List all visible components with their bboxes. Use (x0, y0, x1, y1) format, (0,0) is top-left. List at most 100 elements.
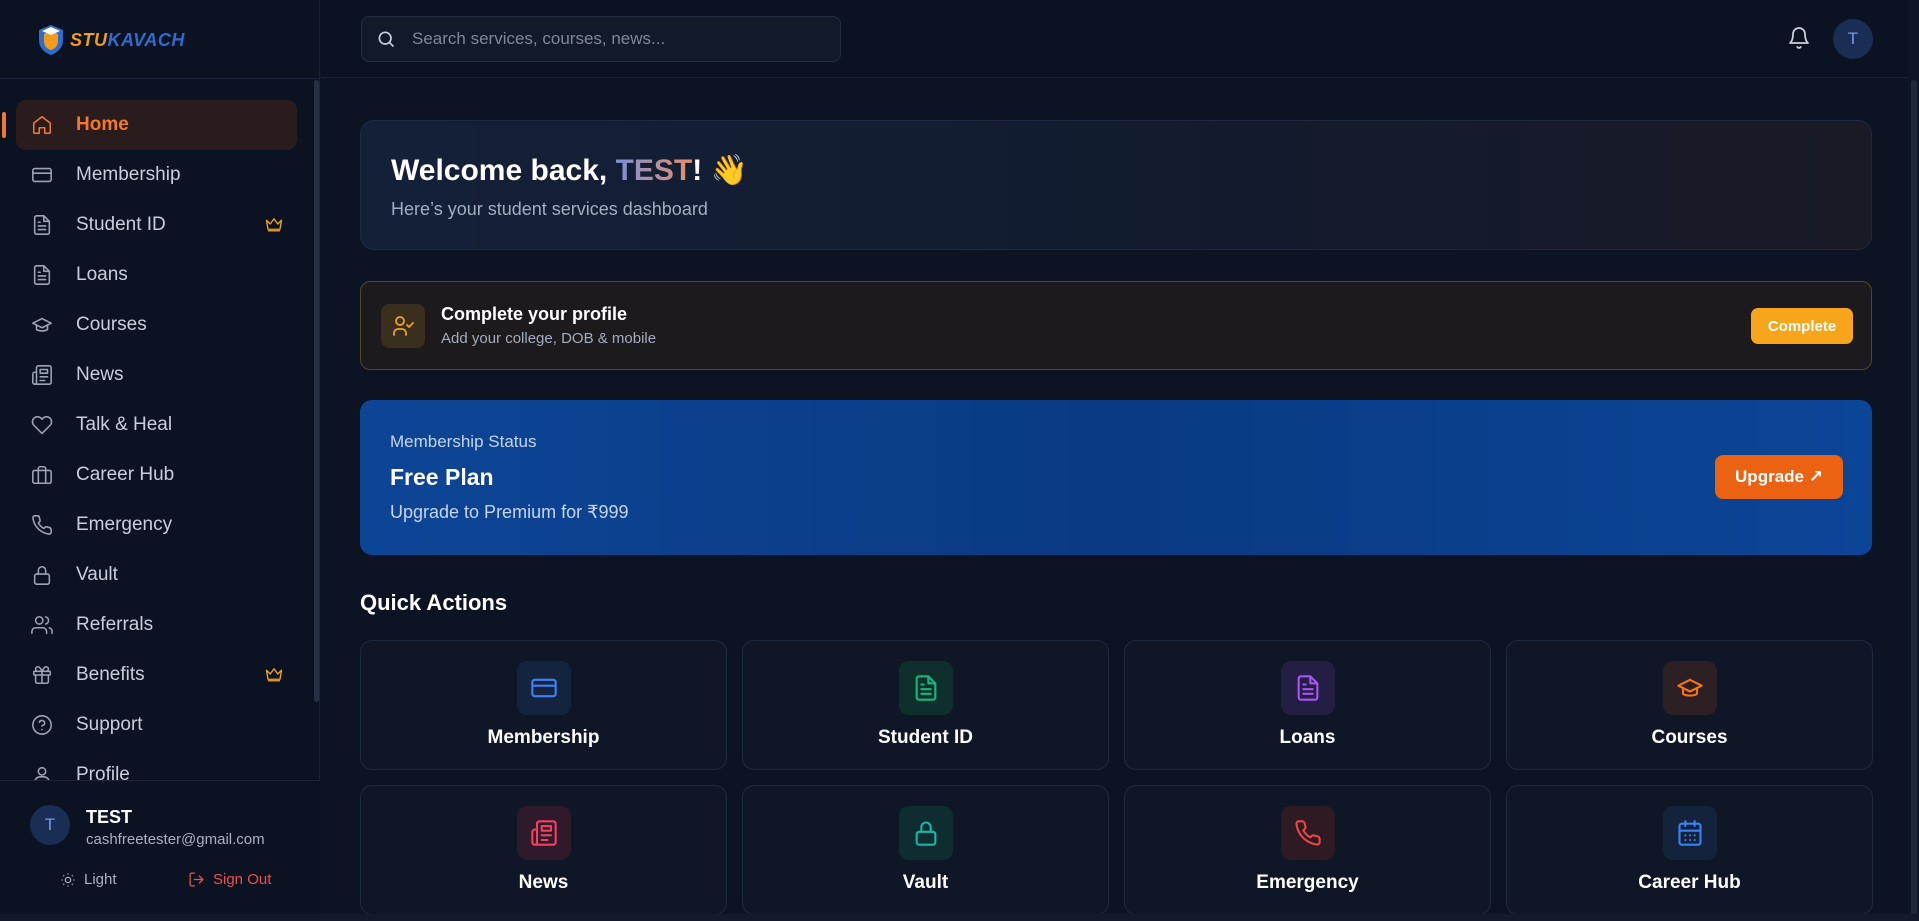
sidebar-item-loans[interactable]: Loans (16, 250, 297, 300)
sidebar-item-label: Referrals (76, 614, 154, 635)
quick-action-courses[interactable]: Courses (1506, 640, 1873, 770)
sidebar-item-label: Loans (76, 264, 128, 285)
quick-action-label: Loans (1279, 727, 1336, 748)
divider (0, 78, 320, 79)
quick-action-news[interactable]: News (360, 785, 727, 915)
header-avatar[interactable]: T (1833, 19, 1873, 59)
graduation-cap-icon (1663, 661, 1717, 715)
sidebar-item-emergency[interactable]: Emergency (16, 500, 297, 550)
sidebar-item-career-hub[interactable]: Career Hub (16, 450, 297, 500)
sidebar-item-label: Benefits (76, 664, 145, 685)
avatar[interactable]: T (30, 805, 70, 845)
sidebar-item-label: Career Hub (76, 464, 175, 485)
lock-icon (899, 806, 953, 860)
quick-action-loans[interactable]: Loans (1124, 640, 1491, 770)
logo[interactable]: STUKAVACH (36, 20, 185, 60)
sidebar-nav: Home Membership Student ID Loans Courses News… (2, 100, 297, 800)
sidebar-scrollbar[interactable] (314, 80, 319, 702)
sidebar-item-label: Home (76, 114, 129, 135)
complete-profile-card: Complete your profile Add your college, … (360, 281, 1872, 370)
profile-card-subtitle: Add your college, DOB & mobile (441, 330, 657, 347)
graduation-cap-icon (30, 313, 54, 337)
brand-name: STUKAVACH (70, 29, 185, 50)
search-icon (378, 31, 395, 48)
document-icon (30, 213, 54, 237)
quick-action-label: Courses (1651, 727, 1728, 748)
sidebar-item-student-id[interactable]: Student ID (16, 200, 297, 250)
document-icon (1281, 661, 1335, 715)
card-icon (30, 163, 54, 187)
membership-status-label: Membership Status (390, 432, 537, 451)
theme-toggle-button[interactable]: Light (60, 871, 117, 888)
quick-action-label: News (518, 872, 569, 893)
phone-icon (1281, 806, 1335, 860)
quick-action-student-id[interactable]: Student ID (742, 640, 1109, 770)
card-icon (517, 661, 571, 715)
welcome-user-name: TEST (615, 154, 693, 187)
sidebar-item-label: Support (76, 714, 143, 735)
membership-status-card: Membership Status Free Plan Upgrade to P… (360, 400, 1872, 555)
home-icon (30, 113, 54, 137)
membership-upgrade-text: Upgrade to Premium for ₹999 (390, 502, 629, 522)
calendar-icon (1663, 806, 1717, 860)
profile-card-title: Complete your profile (441, 304, 628, 324)
sidebar-item-label: News (76, 364, 124, 385)
shield-logo-icon (39, 25, 63, 55)
upgrade-button[interactable]: Upgrade ↗ (1715, 455, 1843, 499)
notification-bell-button[interactable] (1787, 26, 1813, 52)
user-name: TEST (86, 807, 133, 827)
sidebar-item-referrals[interactable]: Referrals (16, 600, 297, 650)
gift-icon (30, 663, 54, 687)
sign-out-label: Sign Out (213, 871, 272, 888)
search-box[interactable] (361, 16, 841, 62)
membership-plan: Free Plan (390, 464, 494, 490)
lock-icon (30, 563, 54, 587)
newspaper-icon (30, 363, 54, 387)
heart-icon (30, 413, 54, 437)
quick-action-vault[interactable]: Vault (742, 785, 1109, 915)
quick-action-membership[interactable]: Membership (360, 640, 727, 770)
sidebar-item-membership[interactable]: Membership (16, 150, 297, 200)
users-icon (30, 613, 54, 637)
sidebar-item-news[interactable]: News (16, 350, 297, 400)
sidebar-item-label: Emergency (76, 514, 173, 535)
briefcase-icon (30, 463, 54, 487)
help-circle-icon (30, 713, 54, 737)
quick-action-emergency[interactable]: Emergency (1124, 785, 1491, 915)
sidebar-item-label: Membership (76, 164, 181, 185)
quick-action-label: Vault (902, 872, 949, 893)
document-icon (30, 263, 54, 287)
quick-action-label: Membership (487, 727, 600, 748)
sidebar-item-talk-and-heal[interactable]: Talk & Heal (16, 400, 297, 450)
log-out-icon (189, 872, 204, 887)
quick-action-career-hub[interactable]: Career Hub (1506, 785, 1873, 915)
bottom-bar (0, 914, 1919, 921)
complete-profile-button[interactable]: Complete (1751, 308, 1853, 344)
sidebar-item-label: Student ID (76, 214, 166, 235)
quick-action-label: Emergency (1256, 872, 1359, 893)
sun-icon (61, 872, 75, 887)
bell-icon (1789, 27, 1809, 49)
crown-icon (265, 666, 283, 682)
sidebar-item-vault[interactable]: Vault (16, 550, 297, 600)
quick-action-label: Career Hub (1638, 872, 1741, 893)
search-input[interactable] (412, 29, 812, 49)
sidebar-item-label: Vault (76, 564, 118, 585)
welcome-subtitle: Here’s your student services dashboard (391, 199, 708, 219)
quick-actions-heading: Quick Actions (360, 590, 508, 615)
page-scrollbar[interactable] (1908, 0, 1919, 921)
phone-icon (30, 513, 54, 537)
document-icon (899, 661, 953, 715)
sidebar-item-courses[interactable]: Courses (16, 300, 297, 350)
sidebar-item-label: Courses (76, 314, 147, 335)
crown-icon (265, 216, 283, 232)
sidebar-item-support[interactable]: Support (16, 700, 297, 750)
sidebar-item-home[interactable]: Home (2, 100, 297, 150)
sign-out-button[interactable]: Sign Out (188, 871, 271, 888)
welcome-title: Welcome back, TEST! 👋 (391, 154, 748, 187)
sidebar-item-benefits[interactable]: Benefits (16, 650, 297, 700)
page-scrollbar-thumb[interactable] (1911, 80, 1917, 920)
quick-action-label: Student ID (878, 727, 973, 748)
theme-toggle-label: Light (84, 871, 117, 888)
user-area: T TEST cashfreetester@gmail.com Light Si… (0, 780, 320, 921)
